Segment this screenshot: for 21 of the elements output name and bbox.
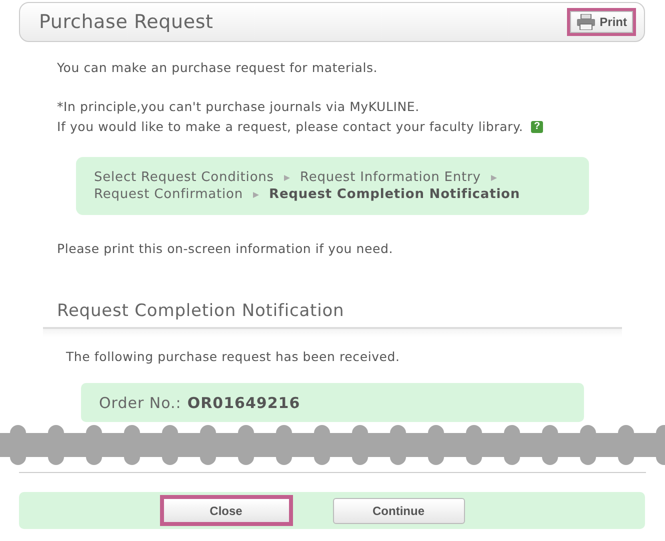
- print-button[interactable]: Print: [566, 8, 636, 36]
- arrow-icon: [490, 174, 497, 180]
- notice-text: If you would like to make a request, please contact your faculty library.: [57, 118, 524, 136]
- step-label: Request Confirmation: [94, 187, 244, 202]
- step-label: Request Information Entry: [300, 170, 481, 185]
- continue-button[interactable]: Continue: [332, 498, 464, 524]
- order-number: OR01649216: [187, 394, 300, 412]
- arrow-icon: [253, 192, 260, 198]
- printer-icon: [576, 14, 596, 30]
- step-label: Select Request Conditions: [94, 170, 274, 185]
- print-note: Please print this on-screen information if you need.: [57, 241, 394, 256]
- received-text: The following purchase request has been received.: [66, 349, 401, 364]
- arrow-icon: [284, 174, 290, 180]
- order-label: Order No.:: [99, 394, 182, 412]
- page-title: Purchase Request: [39, 11, 214, 33]
- close-button[interactable]: Close: [160, 495, 292, 526]
- step-label: Request Completion Notification: [269, 187, 520, 202]
- help-icon[interactable]: ?: [531, 121, 544, 133]
- intro-text: You can make an purchase request for materials.: [57, 59, 379, 77]
- section-title: Request Completion Notification: [57, 301, 346, 321]
- notice-text: *In principle,you can't purchase journals via MyKULINE.: [57, 98, 420, 116]
